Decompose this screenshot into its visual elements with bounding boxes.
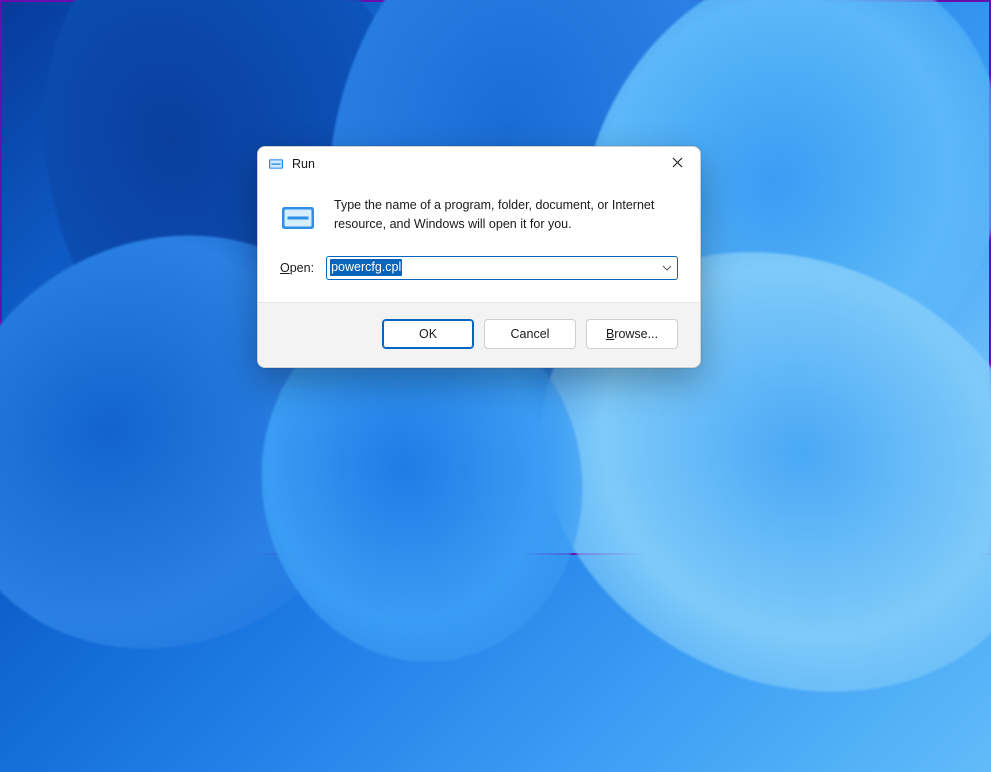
close-button[interactable] [654, 147, 700, 180]
button-bar: OK Cancel Browse... [258, 302, 700, 367]
open-combobox[interactable]: powercfg.cpl [326, 256, 678, 280]
titlebar[interactable]: Run [258, 147, 700, 180]
ok-button[interactable]: OK [382, 319, 474, 349]
dialog-description: Type the name of a program, folder, docu… [334, 196, 678, 236]
open-input[interactable] [326, 256, 678, 280]
dialog-title: Run [292, 157, 654, 171]
browse-button[interactable]: Browse... [586, 319, 678, 349]
run-dialog: Run Type the name of a program, folder, … [257, 146, 701, 368]
run-large-icon [280, 200, 316, 236]
close-icon [672, 155, 683, 173]
open-label: Open: [280, 261, 314, 275]
cancel-button[interactable]: Cancel [484, 319, 576, 349]
run-icon [268, 156, 284, 172]
